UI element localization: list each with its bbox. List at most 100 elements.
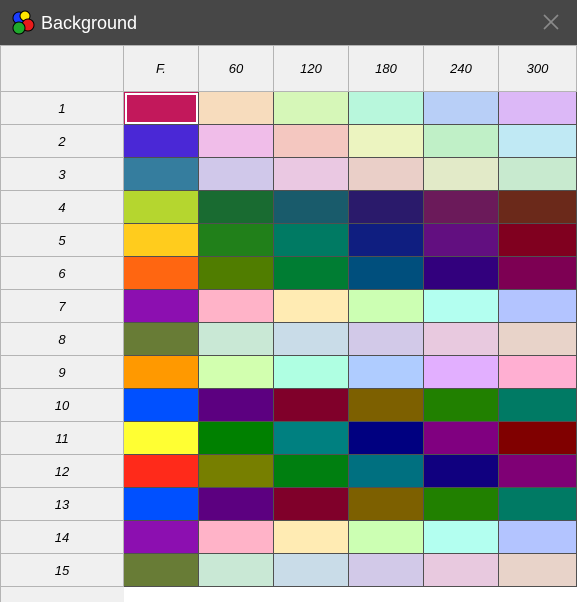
row-header: 13 [0,488,124,521]
color-swatch[interactable] [499,389,577,422]
color-swatch[interactable] [424,257,499,290]
color-swatch[interactable] [274,455,349,488]
color-swatch[interactable] [199,92,274,125]
color-swatch[interactable] [199,257,274,290]
color-swatch[interactable] [274,521,349,554]
color-swatch[interactable] [424,389,499,422]
color-swatch[interactable] [124,125,199,158]
color-swatch[interactable] [349,488,424,521]
color-swatch[interactable] [274,356,349,389]
color-circles-icon [12,10,35,35]
color-swatch[interactable] [349,323,424,356]
color-swatch[interactable] [124,521,199,554]
color-swatch[interactable] [124,455,199,488]
color-swatch[interactable] [274,389,349,422]
color-swatch[interactable] [424,323,499,356]
color-swatch[interactable] [274,224,349,257]
color-swatch[interactable] [424,224,499,257]
color-swatch[interactable] [199,125,274,158]
color-swatch[interactable] [499,356,577,389]
color-swatch[interactable] [499,290,577,323]
color-swatch[interactable] [499,224,577,257]
color-swatch[interactable] [124,224,199,257]
color-swatch[interactable] [199,323,274,356]
color-swatch[interactable] [499,125,577,158]
close-icon[interactable] [539,10,563,34]
color-swatch[interactable] [199,191,274,224]
color-swatch[interactable] [124,92,199,125]
color-swatch[interactable] [274,422,349,455]
color-swatch[interactable] [124,191,199,224]
color-swatch[interactable] [199,224,274,257]
color-swatch[interactable] [349,158,424,191]
color-swatch[interactable] [499,257,577,290]
color-swatch[interactable] [424,422,499,455]
color-swatch[interactable] [274,323,349,356]
color-swatch[interactable] [124,488,199,521]
color-swatch[interactable] [274,125,349,158]
row-header: 14 [0,521,124,554]
color-swatch[interactable] [499,323,577,356]
color-swatch[interactable] [274,191,349,224]
color-swatch[interactable] [199,488,274,521]
color-swatch[interactable] [349,257,424,290]
color-swatch[interactable] [499,422,577,455]
row-header: 4 [0,191,124,224]
row-header: 2 [0,125,124,158]
color-swatch[interactable] [199,290,274,323]
column-header: 120 [274,45,349,92]
color-swatch[interactable] [499,455,577,488]
color-swatch[interactable] [499,521,577,554]
row-header: 3 [0,158,124,191]
color-swatch[interactable] [424,455,499,488]
color-swatch[interactable] [199,356,274,389]
color-swatch[interactable] [274,290,349,323]
color-swatch[interactable] [424,290,499,323]
color-swatch[interactable] [349,521,424,554]
color-swatch[interactable] [124,422,199,455]
color-swatch[interactable] [499,191,577,224]
color-swatch[interactable] [349,455,424,488]
color-swatch[interactable] [199,422,274,455]
color-swatch[interactable] [274,257,349,290]
color-swatch[interactable] [349,389,424,422]
row-header: 8 [0,323,124,356]
color-swatch[interactable] [424,125,499,158]
color-swatch[interactable] [124,389,199,422]
color-swatch[interactable] [124,158,199,191]
color-grid: F. 60 120 180 240 300 1 2 3 4 5 6 7 8 9 10 11 12 13 14 15 [0,45,577,602]
color-swatch[interactable] [274,554,349,587]
color-swatch[interactable] [424,521,499,554]
color-swatch[interactable] [424,356,499,389]
color-swatch[interactable] [199,521,274,554]
color-swatch[interactable] [499,554,577,587]
color-swatch[interactable] [124,323,199,356]
color-swatch[interactable] [349,356,424,389]
color-swatch[interactable] [349,290,424,323]
color-swatch[interactable] [274,488,349,521]
color-swatch[interactable] [124,356,199,389]
color-swatch[interactable] [424,92,499,125]
color-swatch[interactable] [349,92,424,125]
color-swatch[interactable] [424,191,499,224]
color-swatch[interactable] [499,488,577,521]
color-swatch[interactable] [424,554,499,587]
color-swatch[interactable] [124,554,199,587]
color-swatch[interactable] [199,158,274,191]
color-swatch[interactable] [349,554,424,587]
color-swatch[interactable] [349,125,424,158]
color-swatch[interactable] [499,92,577,125]
color-swatch[interactable] [349,422,424,455]
color-swatch[interactable] [124,257,199,290]
color-swatch[interactable] [274,92,349,125]
color-swatch[interactable] [424,488,499,521]
color-swatch[interactable] [424,158,499,191]
color-swatch[interactable] [199,389,274,422]
color-swatch[interactable] [274,158,349,191]
color-swatch[interactable] [124,290,199,323]
color-swatch[interactable] [349,191,424,224]
color-swatch[interactable] [499,158,577,191]
color-swatch[interactable] [199,455,274,488]
color-swatch[interactable] [199,554,274,587]
color-swatch[interactable] [349,224,424,257]
